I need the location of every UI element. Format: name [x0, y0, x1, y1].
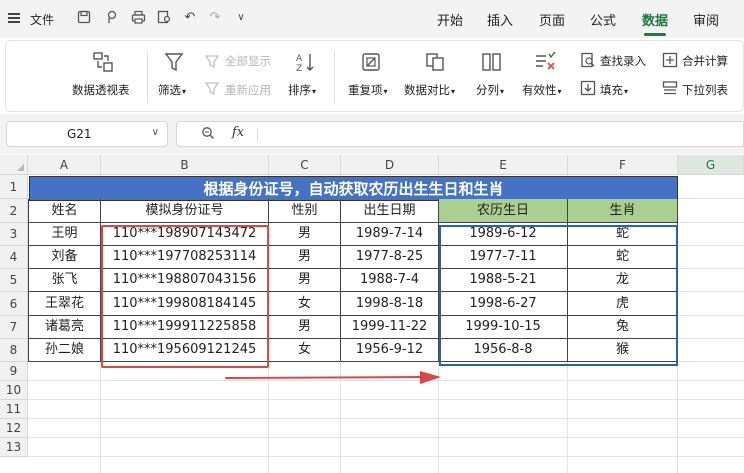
validity-label: 有效性: [522, 83, 557, 97]
export-icon[interactable]: [104, 10, 120, 26]
name-box[interactable]: G21 ∨: [6, 121, 168, 147]
filter-label: 筛选: [158, 83, 181, 97]
cell-birth-date[interactable]: 1977-8-25: [341, 246, 439, 269]
header-id-number[interactable]: 模拟身份证号: [101, 199, 269, 223]
save-icon[interactable]: [76, 10, 92, 26]
dropdown-list-button[interactable]: 下拉列表: [682, 82, 728, 98]
filter-icon: [164, 51, 184, 73]
table-title[interactable]: 根据身份证号，自动获取农历出生生日和生肖: [29, 176, 678, 201]
fx-icon[interactable]: fx: [232, 125, 244, 140]
chevron-down-icon[interactable]: ∨: [233, 10, 249, 26]
tab-page[interactable]: 页面: [539, 10, 565, 29]
compare-button[interactable]: 数据对比▾: [404, 82, 455, 98]
header-birth-date[interactable]: 出生日期: [341, 199, 439, 223]
fill-icon: [580, 80, 596, 96]
fill-button[interactable]: 填充▾: [600, 82, 628, 98]
red-arrow-icon: [225, 371, 441, 384]
header-name[interactable]: 姓名: [28, 199, 101, 223]
cell-birth-date[interactable]: 1988-7-4: [341, 269, 439, 292]
fill-label: 填充: [600, 83, 623, 97]
header-gender[interactable]: 性别: [269, 199, 341, 223]
cell-name[interactable]: 刘备: [28, 246, 101, 269]
duplicates-button[interactable]: 重复项▾: [348, 82, 388, 98]
menu-bar: 文件 ↶ ↷ ∨ 开始 插入 页面 公式 数据 审阅: [0, 0, 744, 38]
cell-gender[interactable]: 女: [269, 339, 341, 362]
lookup-entry-button[interactable]: 查找录入: [600, 53, 646, 69]
sort-button[interactable]: 排序▾: [288, 82, 316, 98]
tab-formula[interactable]: 公式: [590, 10, 616, 29]
split-column-button[interactable]: 分列▾: [476, 82, 504, 98]
show-all-icon: [204, 53, 220, 69]
compare-label: 数据对比: [404, 83, 450, 97]
cell-gender[interactable]: 男: [269, 246, 341, 269]
cell-birth-date[interactable]: 1956-9-12: [341, 339, 439, 362]
cell-name[interactable]: 诸葛亮: [28, 316, 101, 339]
cell-gender[interactable]: 男: [269, 223, 341, 246]
split-label: 分列: [476, 83, 499, 97]
show-all-button[interactable]: 全部显示: [225, 53, 271, 69]
pivot-table-button[interactable]: 数据透视表: [72, 82, 130, 98]
cell-gender[interactable]: 女: [269, 292, 341, 316]
ribbon: 数据透视表 筛选▾ 全部显示 重新应用 AZ 排序▾ 重复项▾ 数据对比▾ 分列…: [5, 40, 744, 112]
file-menu[interactable]: 文件: [30, 11, 54, 28]
undo-icon[interactable]: ↶: [182, 10, 198, 26]
cell-gender[interactable]: 男: [269, 269, 341, 292]
tab-home[interactable]: 开始: [437, 10, 463, 29]
filter-button[interactable]: 筛选▾: [158, 82, 186, 98]
duplicates-icon: [360, 51, 382, 73]
cell-birth-date[interactable]: 1989-7-14: [341, 223, 439, 246]
formula-input[interactable]: fx: [176, 121, 744, 147]
header-zodiac[interactable]: 生肖: [568, 199, 678, 223]
tab-data[interactable]: 数据: [642, 10, 668, 36]
pivot-table-icon: [92, 51, 116, 75]
print-preview-icon[interactable]: [156, 10, 172, 26]
formula-bar: G21 ∨ fx: [0, 114, 744, 154]
compare-icon: [424, 51, 446, 73]
reapply-icon: [204, 80, 220, 96]
cell-name[interactable]: 王翠花: [28, 292, 101, 316]
dropdown-list-icon: [662, 80, 678, 96]
cell-name[interactable]: 张飞: [28, 269, 101, 292]
validity-icon: [534, 51, 556, 73]
sort-icon: AZ: [295, 51, 317, 73]
cell-gender[interactable]: 男: [269, 316, 341, 339]
merge-calc-button[interactable]: 合并计算: [682, 53, 728, 69]
redo-icon[interactable]: ↷: [207, 10, 223, 26]
svg-text:Z: Z: [296, 64, 302, 73]
cell-name[interactable]: 孙二娘: [28, 339, 101, 362]
lookup-icon: [580, 52, 596, 68]
hamburger-menu-icon[interactable]: [8, 13, 20, 23]
reapply-button[interactable]: 重新应用: [225, 82, 271, 98]
name-box-value: G21: [67, 127, 92, 141]
merge-calc-icon: [662, 52, 678, 68]
cell-birth-date[interactable]: 1998-8-18: [341, 292, 439, 316]
duplicates-label: 重复项: [348, 83, 383, 97]
cell-birth-date[interactable]: 1999-11-22: [341, 316, 439, 339]
split-column-icon: [480, 51, 502, 73]
cell-name[interactable]: 王明: [28, 223, 101, 246]
result-column-highlight: [439, 225, 678, 366]
id-column-highlight: [101, 225, 269, 368]
zoom-icon[interactable]: [201, 126, 215, 143]
sort-label: 排序: [288, 83, 311, 97]
print-icon[interactable]: [130, 10, 146, 26]
validity-button[interactable]: 有效性▾: [522, 82, 562, 98]
tab-review[interactable]: 审阅: [693, 10, 719, 29]
chevron-down-icon[interactable]: ∨: [152, 127, 159, 138]
tab-insert[interactable]: 插入: [487, 10, 513, 29]
svg-text:A: A: [296, 54, 303, 64]
header-lunar-birthday[interactable]: 农历生日: [439, 199, 568, 223]
